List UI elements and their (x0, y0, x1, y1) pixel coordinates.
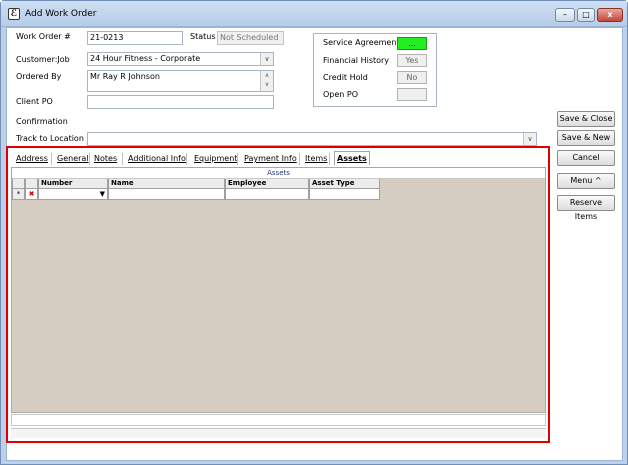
minimize-button[interactable]: – (555, 8, 575, 22)
open-po-label: Open PO (323, 90, 359, 99)
column-header-asset-type[interactable]: Asset Type (309, 179, 380, 189)
save-new-button[interactable]: Save & New (557, 130, 615, 146)
status-label: Status (190, 32, 216, 41)
tab-assets[interactable]: Assets (334, 151, 370, 165)
tab-divider (186, 153, 187, 165)
tab-divider (51, 153, 52, 165)
column-header-name[interactable]: Name (108, 179, 225, 189)
cancel-button[interactable]: Cancel (557, 150, 615, 166)
scroll-arrows-icon[interactable]: ∧ ∨ (260, 71, 273, 91)
service-agreement-button[interactable]: ... (397, 37, 427, 50)
track-to-location-label: Track to Location (16, 134, 84, 143)
employee-cell[interactable] (225, 189, 309, 200)
work-order-field[interactable]: 21-0213 (87, 31, 183, 45)
menu-button[interactable]: Menu ^ (557, 173, 615, 189)
track-to-location-dropdown[interactable]: ∨ (87, 132, 537, 146)
title-bar[interactable]: ℰ Add Work Order – □ x (1, 1, 627, 27)
ordered-by-value: Mr Ray R Johnson (90, 72, 160, 81)
assets-grid[interactable]: Assets Number Name Employee Asset Type *… (11, 167, 546, 413)
credit-hold-label: Credit Hold (323, 73, 368, 82)
status-field: Not Scheduled (217, 31, 284, 45)
customer-job-value: 24 Hour Fitness - Corporate (90, 54, 201, 63)
chevron-down-icon[interactable]: ∨ (260, 53, 273, 65)
reserve-items-button[interactable]: Reserve Items (557, 195, 615, 221)
tab-equipment[interactable]: Equipment (194, 152, 237, 166)
client-po-field[interactable] (87, 95, 274, 109)
new-row-indicator: * (12, 189, 25, 200)
chevron-down-icon[interactable]: ∨ (523, 133, 536, 145)
customer-job-label: Customer:Job (16, 55, 70, 64)
ordered-by-label: Ordered By (16, 72, 62, 81)
tab-payment-info[interactable]: Payment Info (244, 152, 297, 166)
tab-divider (89, 153, 90, 165)
work-order-label: Work Order # (16, 32, 71, 41)
column-header-number[interactable]: Number (38, 179, 108, 189)
column-header-employee[interactable]: Employee (225, 179, 309, 189)
ordered-by-field[interactable]: Mr Ray R Johnson ∧ ∨ (87, 70, 274, 92)
tab-address[interactable]: Address (16, 152, 48, 166)
tab-general[interactable]: General (57, 152, 89, 166)
save-close-button[interactable]: Save & Close (557, 111, 615, 127)
tab-items[interactable]: Items (305, 152, 327, 166)
add-work-order-window: ℰ Add Work Order – □ x Work Order # 21-0… (0, 0, 628, 465)
credit-hold-value: No (397, 71, 427, 84)
close-button[interactable]: x (597, 8, 623, 22)
tab-divider (329, 153, 330, 165)
tab-divider (237, 153, 238, 165)
financial-history-value: Yes (397, 54, 427, 67)
tab-divider (299, 153, 300, 165)
name-cell[interactable] (108, 189, 225, 200)
service-agreement-label: Service Agreement (323, 38, 400, 47)
row-action-header (25, 179, 38, 189)
tab-divider (122, 153, 123, 165)
open-po-value (397, 88, 427, 101)
dropdown-arrow-icon[interactable]: ▼ (100, 189, 105, 199)
customer-job-dropdown[interactable]: 24 Hour Fitness - Corporate ∨ (87, 52, 274, 66)
asset-type-cell[interactable] (309, 189, 380, 200)
window-title: Add Work Order (25, 9, 97, 19)
row-header-corner (12, 179, 25, 189)
maximize-button[interactable]: □ (577, 8, 595, 22)
app-logo-icon: ℰ (8, 8, 20, 20)
status-strip (11, 428, 546, 438)
tab-notes[interactable]: Notes (94, 152, 117, 166)
tab-strip: Address General Notes Additional Info Eq… (11, 151, 547, 166)
delete-row-icon[interactable]: ✖ (25, 189, 38, 200)
client-po-label: Client PO (16, 97, 53, 106)
grid-footer-bar (11, 414, 546, 426)
number-cell-dropdown[interactable]: ▼ (38, 189, 108, 200)
assets-grid-caption: Assets (12, 168, 545, 179)
tab-additional-info[interactable]: Additional Info (128, 152, 186, 166)
financial-history-label: Financial History (323, 56, 390, 65)
confirmation-label: Confirmation (16, 117, 68, 126)
